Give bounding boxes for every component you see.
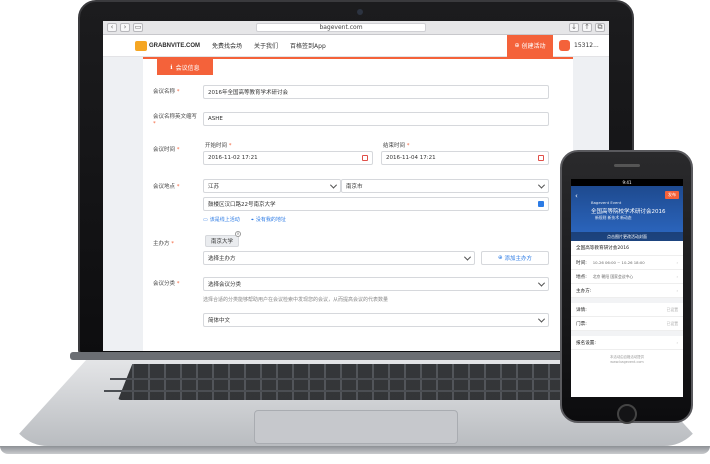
browser-toolbar: ‹ › ▭ bagevent.com ↓ ↑ ⧉ [103, 21, 609, 35]
nav-link-about[interactable]: 关于我们 [254, 41, 278, 50]
category-label: 会议分类 * [153, 281, 180, 287]
phone-event-title: 全国高等教育研讨会2016 [571, 241, 683, 256]
banner-title: 全国高等院校学术研讨会2016 [591, 209, 666, 215]
phone-row-organizer[interactable]: 主办方: › [571, 284, 683, 298]
laptop-foot [0, 446, 710, 454]
sidebar-icon[interactable]: ▭ [133, 23, 143, 32]
province-select[interactable]: 江苏 [203, 179, 341, 193]
phone-status-bar: 9:41 [571, 179, 683, 186]
address-input[interactable]: 鼓楼区汉口路22号南京大学 [203, 197, 549, 211]
en-name-label: 会议名称英文缩写 * [153, 114, 198, 127]
logo-text: GRABNVITE.COM [149, 42, 200, 49]
chevron-down-icon [537, 279, 546, 287]
online-event-link[interactable]: ▭ 该是线上活动 [203, 216, 240, 224]
keyboard [118, 364, 594, 400]
language-select[interactable]: 简体中文 [203, 313, 549, 327]
share-icon[interactable]: ↑ [582, 23, 592, 32]
back-icon[interactable]: ‹ [575, 192, 578, 200]
phone-row-registration[interactable]: 报名设置: › [571, 336, 683, 350]
banner-subtitle: 新规则 新技术 新动态 [595, 215, 632, 220]
chevron-down-icon [537, 181, 546, 189]
add-organizer-button[interactable]: ⊕ 添加主办方 [481, 251, 549, 265]
tab-label: 会议信息 [175, 64, 200, 72]
end-time-label: 结束时间 * [383, 143, 410, 149]
monitor-icon: ▭ [203, 216, 208, 223]
logo-icon [135, 40, 147, 51]
close-icon[interactable]: × [235, 231, 241, 237]
download-icon[interactable]: ↓ [569, 23, 579, 32]
start-time-label: 开始时间 * [205, 143, 232, 149]
calendar-icon[interactable] [538, 155, 544, 161]
change-cover-bar[interactable]: 点击图片更改活动封面 [571, 232, 683, 241]
start-time-input[interactable]: 2016-11-02 17:21 [203, 151, 373, 165]
back-icon[interactable]: ‹ [107, 23, 117, 32]
phone: 9:41 ‹ 发布 Bagevent Event 全国高等院校学术研讨会2016… [560, 150, 693, 424]
phone-row-tickets[interactable]: 门票: 已设置 [571, 317, 683, 331]
form-panel: ℹ 会议信息 会议名称 * 2016年全国高等教育学术研讨会 会议名称英文缩写 … [143, 57, 573, 351]
city-select[interactable]: 南京市 [341, 179, 549, 193]
organizer-select[interactable]: 选择主办方 [203, 251, 475, 265]
chevron-down-icon [537, 315, 546, 323]
trackpad [254, 410, 458, 444]
laptop-screen: ‹ › ▭ bagevent.com ↓ ↑ ⧉ GRABNVITE.COM 免… [103, 21, 609, 351]
no-address-link[interactable]: ⌖ 没有我的地址 [251, 216, 286, 224]
keyboard-row-divider [104, 390, 608, 392]
name-input[interactable]: 2016年全国高等教育学术研讨会 [203, 85, 549, 99]
pin-icon: ⌖ [251, 216, 254, 223]
chevron-down-icon [329, 181, 338, 189]
nav-link-app[interactable]: 百格签到App [290, 41, 326, 50]
avatar [559, 40, 570, 51]
plus-icon: ⊕ [497, 255, 503, 261]
name-label: 会议名称 * [153, 89, 180, 95]
banner-small-text: Bagevent Event [591, 200, 622, 205]
stage: ‹ › ▭ bagevent.com ↓ ↑ ⧉ GRABNVITE.COM 免… [0, 0, 710, 464]
chevron-right-icon: › [676, 274, 678, 279]
nav-link-venues[interactable]: 免费找会场 [212, 41, 242, 50]
user-menu[interactable]: 15312... [553, 35, 609, 57]
forward-icon[interactable]: › [120, 23, 130, 32]
phone-banner[interactable]: ‹ 发布 Bagevent Event 全国高等院校学术研讨会2016 新规则 … [571, 186, 683, 241]
phone-speaker [614, 164, 640, 167]
location-label: 会议地点 * [153, 184, 180, 190]
browser-actions: ↓ ↑ ⧉ [569, 23, 605, 32]
info-icon: ℹ [170, 63, 173, 71]
phone-row-details[interactable]: 详情: 已设置 [571, 303, 683, 317]
organizer-label: 主办方 * [153, 241, 175, 247]
logo[interactable]: GRABNVITE.COM [135, 40, 200, 51]
phone-screen: 9:41 ‹ 发布 Bagevent Event 全国高等院校学术研讨会2016… [571, 179, 683, 397]
url-bar[interactable]: bagevent.com [256, 23, 426, 32]
camera-icon [357, 9, 363, 15]
calendar-icon[interactable] [362, 155, 368, 161]
category-select[interactable]: 选择会议分类 [203, 277, 549, 291]
map-icon[interactable] [538, 201, 544, 207]
phone-row-location[interactable]: 地点: 北京 朝阳 国家会议中心 › [571, 270, 683, 284]
phone-row-time[interactable]: 时间: 10-26 06:00 ~ 10-26 18:00 › [571, 256, 683, 270]
home-button-icon[interactable] [617, 404, 637, 424]
publish-badge[interactable]: 发布 [665, 191, 679, 199]
time-label: 会议时间 * [153, 147, 180, 153]
chevron-right-icon: › [676, 260, 678, 265]
footer-line-2[interactable]: www.bagevent.com [571, 360, 683, 365]
keyboard-row-divider [110, 378, 602, 380]
organizer-tag: 南京大学 [205, 235, 240, 247]
category-hint: 选择合适的分类能够帮助用户在会议检索中发现您的会议，从而提高会议的代表数量 [203, 297, 389, 303]
create-event-label: 创建活动 [521, 43, 546, 50]
chevron-right-icon: › [676, 340, 678, 345]
chevron-right-icon: › [676, 288, 678, 293]
tabs-icon[interactable]: ⧉ [595, 23, 605, 32]
chevron-down-icon [463, 253, 472, 261]
create-event-button[interactable]: ⊕ 创建活动 [507, 34, 553, 57]
end-time-input[interactable]: 2016-11-04 17:21 [381, 151, 549, 165]
laptop-hinge [70, 352, 642, 360]
user-name: 15312... [574, 42, 599, 49]
tab-meeting-info[interactable]: ℹ 会议信息 [157, 59, 213, 75]
phone-footer: 本活动由百格活动提供 www.bagevent.com [571, 350, 683, 365]
site-header: GRABNVITE.COM 免费找会场 关于我们 百格签到App ⊕ 创建活动 … [103, 34, 609, 57]
en-name-input[interactable]: ASHE [203, 112, 549, 126]
